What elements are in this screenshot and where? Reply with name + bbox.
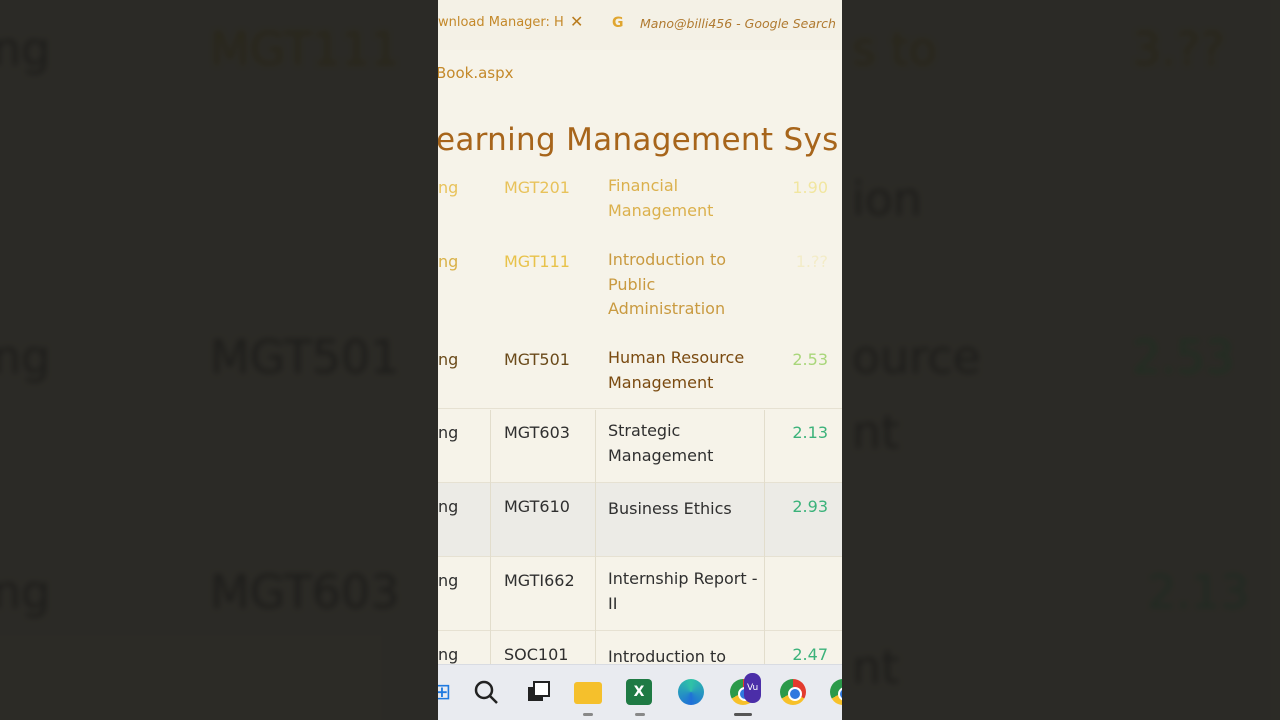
browser-tab-bar: wnload Manager: H ✕ G Mano@billi456 - Go… <box>438 0 842 50</box>
os-taskbar: ⊞ X Vu <box>438 664 842 720</box>
cell-gpa: 1.90 <box>792 178 828 197</box>
cell-course-code: MGT610 <box>504 497 570 516</box>
cell-gpa: 2.47 <box>792 645 828 664</box>
google-icon: G <box>612 15 624 31</box>
cell-program: ng <box>438 350 459 369</box>
running-indicator <box>635 713 645 716</box>
cell-gpa: 2.13 <box>792 423 828 442</box>
table-row: ng MGTI662 Internship Report - II <box>438 556 842 631</box>
table-row: ng MGT610 Business Ethics 2.93 <box>438 482 842 557</box>
tab-google-search-label: Mano@billi456 - Google Search <box>640 16 836 31</box>
left-backdrop: ng MGT111 ng MGT501 ng MGT603 <box>0 0 438 720</box>
cell-course-code: MGTI662 <box>504 571 575 590</box>
cell-course-code: MGT201 <box>504 178 570 197</box>
chrome-icon[interactable] <box>780 679 808 707</box>
close-icon[interactable]: ✕ <box>570 12 583 31</box>
cell-program: ng <box>438 423 459 442</box>
address-bar-url[interactable]: Book.aspx <box>438 64 514 82</box>
cell-course-title: Internship Report - II <box>608 569 758 613</box>
column-divider <box>764 410 765 664</box>
cell-program: ng <box>438 571 459 590</box>
column-divider <box>490 410 491 664</box>
windows-start-icon[interactable]: ⊞ <box>438 679 456 707</box>
cell-course-code: MGT111 <box>504 252 570 271</box>
cell-course-code: SOC101 <box>504 645 569 664</box>
cell-course-code: MGT501 <box>504 350 570 369</box>
vu-badge: Vu <box>744 673 762 703</box>
tab-download-manager[interactable]: wnload Manager: H <box>438 15 564 30</box>
excel-icon[interactable]: X <box>626 679 654 707</box>
cell-program: ng <box>438 252 459 271</box>
cell-program: ng <box>438 178 459 197</box>
file-explorer-icon[interactable] <box>574 679 602 707</box>
cell-course-code: MGT603 <box>504 423 570 442</box>
active-indicator <box>734 713 752 716</box>
table-row: ng MGT201 Financial Management 1.90 <box>438 172 842 238</box>
running-indicator <box>583 713 593 716</box>
cell-gpa: 2.93 <box>792 497 828 516</box>
cell-gpa: 1.?? <box>795 252 828 271</box>
right-backdrop: s to 3.?? ion ource 2.53 nt 2.13 nt <box>842 0 1280 720</box>
chrome-icon-partial[interactable] <box>830 679 842 707</box>
cell-course-title: Strategic Management <box>608 421 714 465</box>
page-title: earning Management Sys <box>438 122 839 158</box>
phone-screen: wnload Manager: H ✕ G Mano@billi456 - Go… <box>438 0 842 720</box>
tab-google-search[interactable]: Mano@billi456 - Google Search <box>640 16 836 31</box>
cell-program: ng <box>438 497 459 516</box>
excel-letter: X <box>626 679 652 705</box>
cell-course-title: Business Ethics <box>608 499 732 518</box>
table-row: ng MGT111 Introduction to Public Adminis… <box>438 240 842 342</box>
cell-course-title: Human Resource Management <box>608 348 745 392</box>
cell-program: ng <box>438 645 459 664</box>
chrome-profile-icon[interactable]: Vu <box>730 673 762 707</box>
column-divider <box>595 410 596 664</box>
table-row: ng MGT501 Human Resource Management 2.53 <box>438 344 842 410</box>
search-icon[interactable] <box>472 679 500 707</box>
cell-course-title: Introduction to Public Administration <box>608 250 727 318</box>
cell-course-title: Financial Management <box>608 176 714 220</box>
edge-icon[interactable] <box>678 679 706 707</box>
cell-gpa: 2.53 <box>792 350 828 369</box>
task-view-icon[interactable] <box>524 679 552 707</box>
table-row: ng MGT603 Strategic Management 2.13 <box>438 408 842 483</box>
